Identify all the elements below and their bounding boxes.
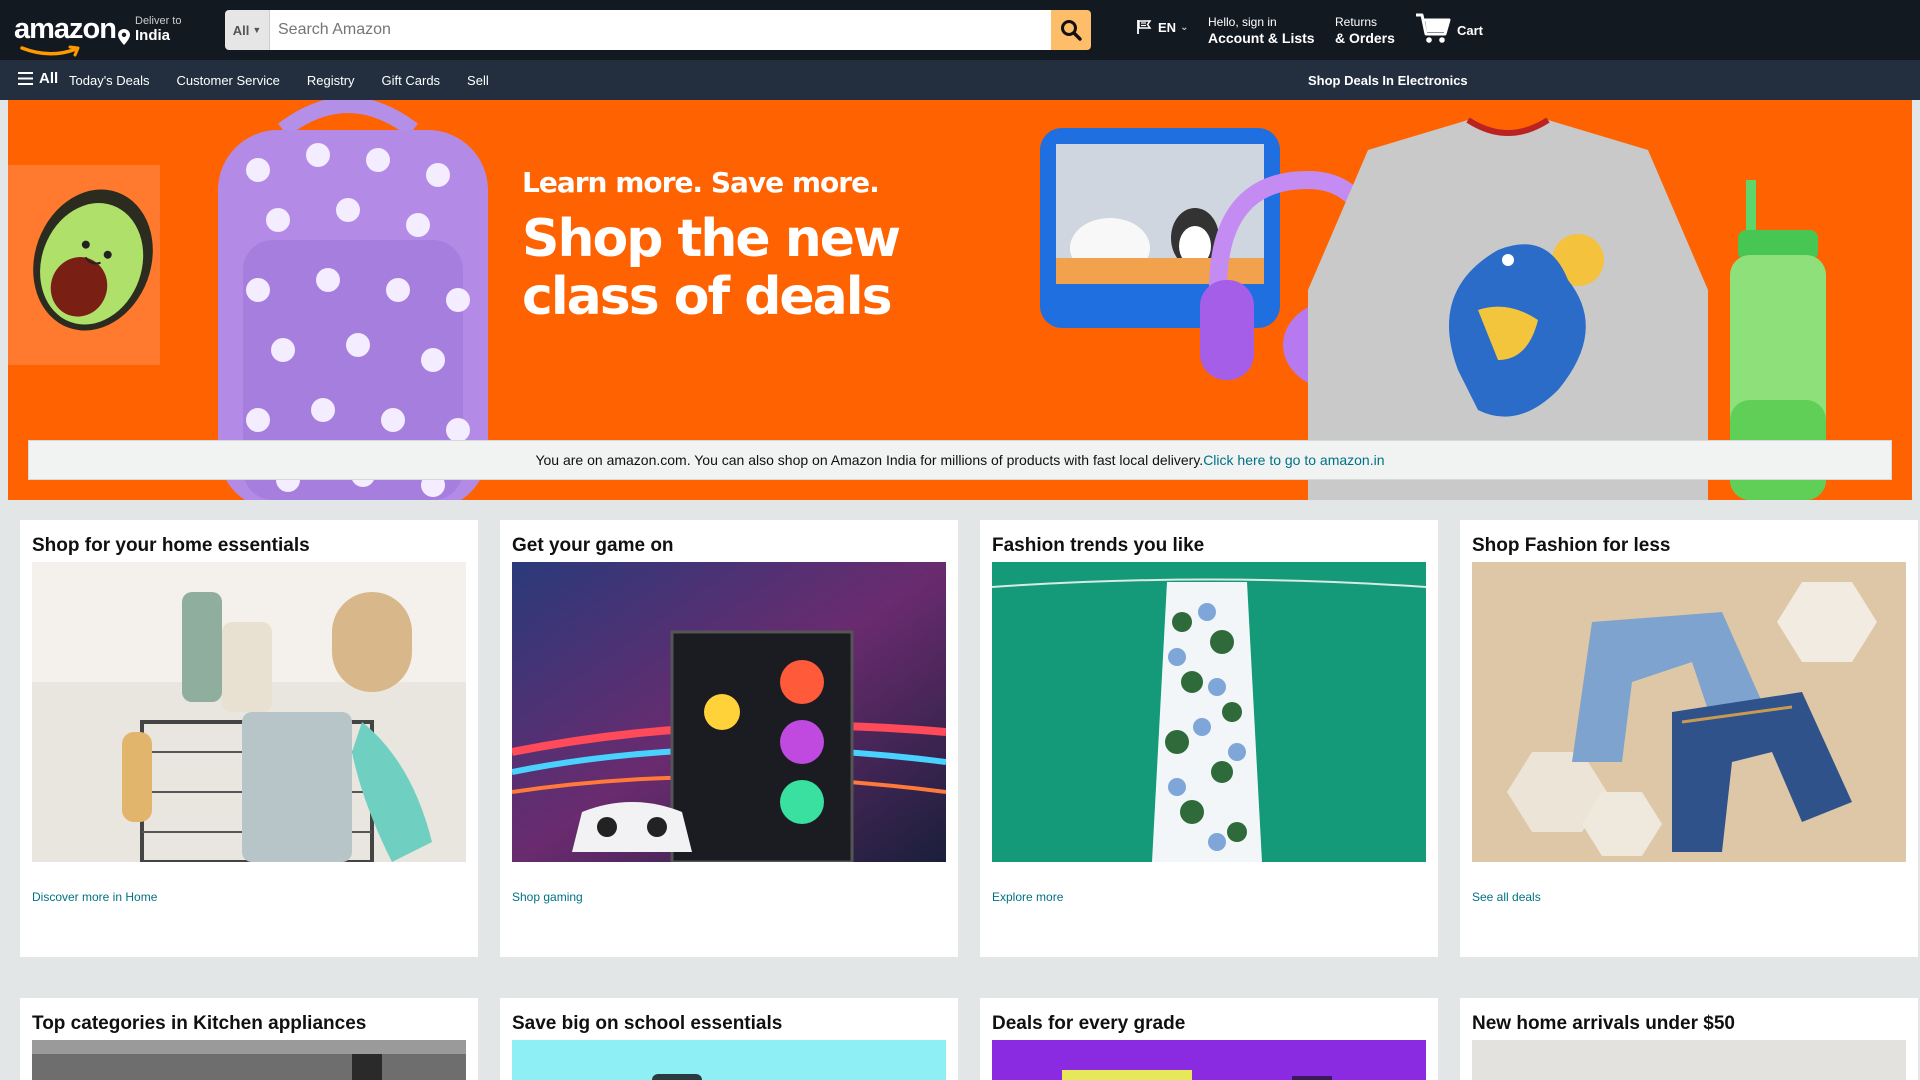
- home-arrivals-image[interactable]: [1472, 1040, 1906, 1080]
- card-title: Shop for your home essentials: [32, 535, 310, 556]
- nav-link-sell[interactable]: Sell: [467, 73, 489, 88]
- fashion-for-less-image[interactable]: [1472, 562, 1906, 862]
- school-essentials-image[interactable]: [512, 1040, 946, 1080]
- card-title: Fashion trends you like: [992, 535, 1205, 556]
- notice-text: You are on amazon.com. You can also shop…: [535, 452, 1204, 468]
- card-title: Get your game on: [512, 535, 674, 556]
- nav-links: Today's Deals Customer Service Registry …: [69, 73, 516, 88]
- kitchen-appliances-image[interactable]: [32, 1040, 466, 1080]
- nav-link-customer-service[interactable]: Customer Service: [177, 73, 280, 88]
- cart-button[interactable]: Cart: [1415, 12, 1483, 44]
- search-category-label: All: [232, 22, 250, 38]
- orders-label: & Orders: [1335, 30, 1395, 46]
- card-kitchen-appliances: Top categories in Kitchen appliances: [20, 998, 478, 1080]
- card-home-arrivals: New home arrivals under $50: [1460, 998, 1918, 1080]
- amazon-logo[interactable]: amazon: [3, 4, 117, 57]
- hamburger-icon: [18, 72, 33, 85]
- language-label: EN: [1158, 19, 1177, 35]
- card-home-essentials: Shop for your home essentials Discover m…: [20, 520, 478, 957]
- card-school-essentials: Save big on school essentials: [500, 998, 958, 1080]
- nav-link-todays-deals[interactable]: Today's Deals: [69, 73, 150, 88]
- search-category-select[interactable]: All ▼: [225, 10, 270, 50]
- nav-promo-link[interactable]: Shop Deals In Electronics: [1308, 73, 1468, 88]
- deals-every-grade-image[interactable]: [992, 1040, 1426, 1080]
- card-deals-every-grade: Deals for every grade: [980, 998, 1438, 1080]
- nav-link-gift-cards[interactable]: Gift Cards: [382, 73, 441, 88]
- hero-tagline: Learn more. Save more.: [522, 166, 880, 199]
- search-input[interactable]: [270, 10, 1051, 50]
- top-nav: amazon Deliver to India All ▼ Search Ama…: [0, 0, 1920, 60]
- cart-label: Cart: [1457, 23, 1484, 38]
- account-greeting: Hello, sign in: [1208, 15, 1277, 29]
- chevron-down-icon: ⌄: [1180, 21, 1189, 33]
- all-label: All: [39, 70, 59, 87]
- cart-icon: [1416, 13, 1451, 43]
- logo-smile-icon: [20, 45, 80, 57]
- nav-link-registry[interactable]: Registry: [307, 73, 355, 88]
- card-link[interactable]: See all deals: [1472, 890, 1541, 904]
- amazon-in-link[interactable]: Click here to go to amazon.in: [1203, 452, 1384, 468]
- card-link[interactable]: Discover more in Home: [32, 890, 157, 904]
- location-pin-icon: [118, 29, 130, 45]
- card-title: New home arrivals under $50: [1472, 1013, 1735, 1034]
- deliver-label: Deliver to: [135, 15, 182, 27]
- logo-wordmark: amazon: [14, 13, 117, 45]
- account-label: Account & Lists: [1208, 30, 1315, 46]
- language-selector[interactable]: EN ⌄: [1136, 19, 1188, 35]
- card-title: Top categories in Kitchen appliances: [32, 1013, 367, 1034]
- card-title: Shop Fashion for less: [1472, 535, 1671, 556]
- card-gaming: Get your game on Shop gaming: [500, 520, 958, 957]
- card-title: Deals for every grade: [992, 1013, 1186, 1034]
- hero-headline: Shop the new class of deals: [522, 209, 901, 327]
- avocado-case-image: [8, 165, 160, 365]
- gaming-image[interactable]: [512, 562, 946, 862]
- all-menu-button[interactable]: All: [18, 70, 58, 87]
- home-essentials-image[interactable]: [32, 562, 466, 862]
- fashion-trends-image[interactable]: [992, 562, 1426, 862]
- country-notice: You are on amazon.com. You can also shop…: [28, 440, 1892, 480]
- card-link[interactable]: Shop gaming: [512, 890, 583, 904]
- deliver-country: India: [135, 27, 171, 44]
- card-fashion-for-less: Shop Fashion for less See all deals: [1460, 520, 1918, 957]
- search-button[interactable]: [1051, 10, 1091, 50]
- search-bar: All ▼: [225, 10, 1091, 50]
- card-title: Save big on school essentials: [512, 1013, 783, 1034]
- returns-orders[interactable]: Returns & Orders: [1335, 15, 1395, 46]
- card-link[interactable]: Explore more: [992, 890, 1063, 904]
- flag-icon: [1137, 20, 1152, 34]
- search-icon: [1061, 20, 1082, 41]
- chevron-down-icon: ▼: [252, 25, 262, 35]
- returns-label: Returns: [1335, 15, 1378, 29]
- hero-banner[interactable]: Learn more. Save more. Shop the new clas…: [8, 100, 1912, 500]
- account-lists[interactable]: Hello, sign in Account & Lists: [1208, 15, 1315, 46]
- card-fashion-trends: Fashion trends you like Explore more: [980, 520, 1438, 957]
- sub-nav: All Today's Deals Customer Service Regis…: [0, 60, 1920, 100]
